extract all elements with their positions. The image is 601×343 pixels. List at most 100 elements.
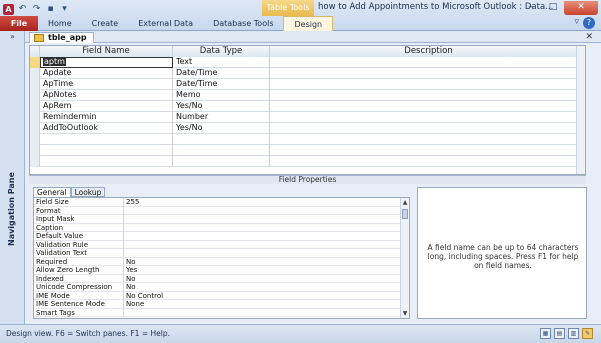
property-value[interactable]: Yes <box>126 266 137 274</box>
row-selector[interactable] <box>30 112 40 123</box>
save-icon[interactable]: ▪ <box>45 4 56 15</box>
row-selector[interactable] <box>30 101 40 112</box>
description-cell[interactable] <box>270 112 585 123</box>
property-value[interactable]: No <box>126 275 136 283</box>
field-name-cell[interactable]: Apdate <box>40 68 173 79</box>
navigation-pane[interactable]: » Navigation Pane <box>0 31 25 324</box>
description-cell[interactable] <box>270 145 585 156</box>
data-type-cell[interactable]: Number <box>173 112 270 123</box>
data-type-cell[interactable]: Date/Time <box>173 79 270 90</box>
table-row[interactable]: Remindermin Number <box>30 112 585 123</box>
customize-toolbar-icon[interactable]: ▾ <box>59 4 70 15</box>
row-selector[interactable] <box>30 134 40 145</box>
description-cell[interactable] <box>270 123 585 134</box>
table-row[interactable] <box>30 156 585 167</box>
description-cell[interactable] <box>270 101 585 112</box>
access-app-icon[interactable]: A <box>3 3 14 15</box>
tab-lookup[interactable]: Lookup <box>70 187 106 197</box>
description-cell[interactable] <box>270 57 585 68</box>
close-window-button[interactable]: ✕ <box>564 1 598 15</box>
field-name-cell[interactable]: ApNotes <box>40 90 173 101</box>
field-name-cell[interactable]: ApTime <box>40 79 173 90</box>
field-name-cell[interactable]: aptm <box>40 57 173 68</box>
data-type-cell[interactable] <box>173 134 270 145</box>
row-selector[interactable] <box>30 156 40 167</box>
description-cell[interactable] <box>270 68 585 79</box>
tab-database-tools[interactable]: Database Tools <box>203 16 283 31</box>
data-type-cell[interactable]: Text <box>173 57 270 68</box>
description-cell[interactable] <box>270 90 585 101</box>
data-type-cell[interactable] <box>173 145 270 156</box>
property-row[interactable]: IME Mode No Control <box>34 291 401 300</box>
expand-nav-pane-icon[interactable]: » <box>0 31 25 43</box>
row-selector[interactable] <box>30 79 40 90</box>
datasheet-view-icon[interactable]: ▦ <box>540 328 551 339</box>
redo-icon[interactable]: ↷ <box>31 4 42 15</box>
table-row[interactable]: ApTime Date/Time <box>30 79 585 90</box>
table-row[interactable]: aptm Text <box>30 57 585 68</box>
field-name-cell[interactable]: AddToOutlook <box>40 123 173 134</box>
table-row[interactable] <box>30 145 585 156</box>
property-row[interactable]: Required No <box>34 257 401 266</box>
property-row[interactable]: Caption <box>34 223 401 232</box>
document-tab-tble-app[interactable]: tble_app <box>29 32 94 43</box>
property-row[interactable]: Field Size 255 <box>34 198 401 207</box>
description-cell[interactable] <box>270 156 585 167</box>
property-row[interactable]: IME Sentence Mode None <box>34 300 401 309</box>
tab-design[interactable]: Design <box>283 16 334 31</box>
property-row[interactable]: Unicode Compression No <box>34 283 401 292</box>
tab-general[interactable]: General <box>33 187 71 197</box>
row-selector[interactable] <box>30 90 40 101</box>
scroll-down-icon[interactable]: ▼ <box>401 309 409 318</box>
property-row[interactable]: Indexed No <box>34 274 401 283</box>
table-row[interactable]: ApRem Yes/No <box>30 101 585 112</box>
minimize-button[interactable]: ‒ <box>520 1 542 15</box>
grid-vertical-scrollbar[interactable] <box>576 46 585 174</box>
data-type-cell[interactable]: Date/Time <box>173 68 270 79</box>
field-name-cell[interactable] <box>40 156 173 167</box>
navigation-pane-label[interactable]: Navigation Pane <box>7 172 16 246</box>
tab-file[interactable]: File <box>0 16 38 31</box>
property-value[interactable]: None <box>126 300 144 308</box>
table-row[interactable]: ApNotes Memo <box>30 90 585 101</box>
collapse-ribbon-icon[interactable]: ▿ <box>574 17 579 29</box>
property-row[interactable]: Validation Text <box>34 249 401 258</box>
property-row[interactable]: Smart Tags <box>34 308 401 317</box>
data-type-cell[interactable]: Memo <box>173 90 270 101</box>
design-view-icon[interactable]: ✎ <box>582 328 593 339</box>
data-type-cell[interactable]: Yes/No <box>173 123 270 134</box>
undo-icon[interactable]: ↶ <box>17 4 28 15</box>
field-name-cell[interactable]: Remindermin <box>40 112 173 123</box>
scroll-up-icon[interactable]: ▲ <box>401 198 409 207</box>
field-name-cell[interactable] <box>40 134 173 145</box>
field-name-cell[interactable] <box>40 145 173 156</box>
property-value[interactable]: No Control <box>126 292 163 300</box>
pivot-table-view-icon[interactable]: ▤ <box>554 328 565 339</box>
property-row[interactable]: Validation Rule <box>34 240 401 249</box>
property-value[interactable]: 255 <box>126 198 139 206</box>
property-row[interactable]: Format <box>34 206 401 215</box>
pivot-chart-view-icon[interactable]: ▥ <box>568 328 579 339</box>
row-selector[interactable] <box>30 68 40 79</box>
close-document-button[interactable]: ✕ <box>585 31 593 43</box>
tab-home[interactable]: Home <box>38 16 82 31</box>
primary-key-row-selector[interactable] <box>30 57 40 68</box>
tab-create[interactable]: Create <box>82 16 129 31</box>
description-cell[interactable] <box>270 134 585 145</box>
row-selector[interactable] <box>30 145 40 156</box>
help-icon[interactable]: ? <box>583 17 595 29</box>
data-type-cell[interactable] <box>173 156 270 167</box>
description-cell[interactable] <box>270 79 585 90</box>
property-value[interactable]: No <box>126 258 136 266</box>
selected-field-name-text[interactable]: aptm <box>43 57 66 66</box>
table-row[interactable] <box>30 134 585 145</box>
property-row[interactable]: Input Mask <box>34 215 401 224</box>
property-row[interactable]: Allow Zero Length Yes <box>34 266 401 275</box>
property-row[interactable]: Default Value <box>34 232 401 241</box>
properties-vertical-scrollbar[interactable]: ▲ ▼ <box>400 198 409 318</box>
scroll-thumb[interactable] <box>402 209 408 219</box>
field-name-cell[interactable]: ApRem <box>40 101 173 112</box>
tab-external-data[interactable]: External Data <box>128 16 203 31</box>
data-type-cell[interactable]: Yes/No <box>173 101 270 112</box>
table-row[interactable]: Apdate Date/Time <box>30 68 585 79</box>
